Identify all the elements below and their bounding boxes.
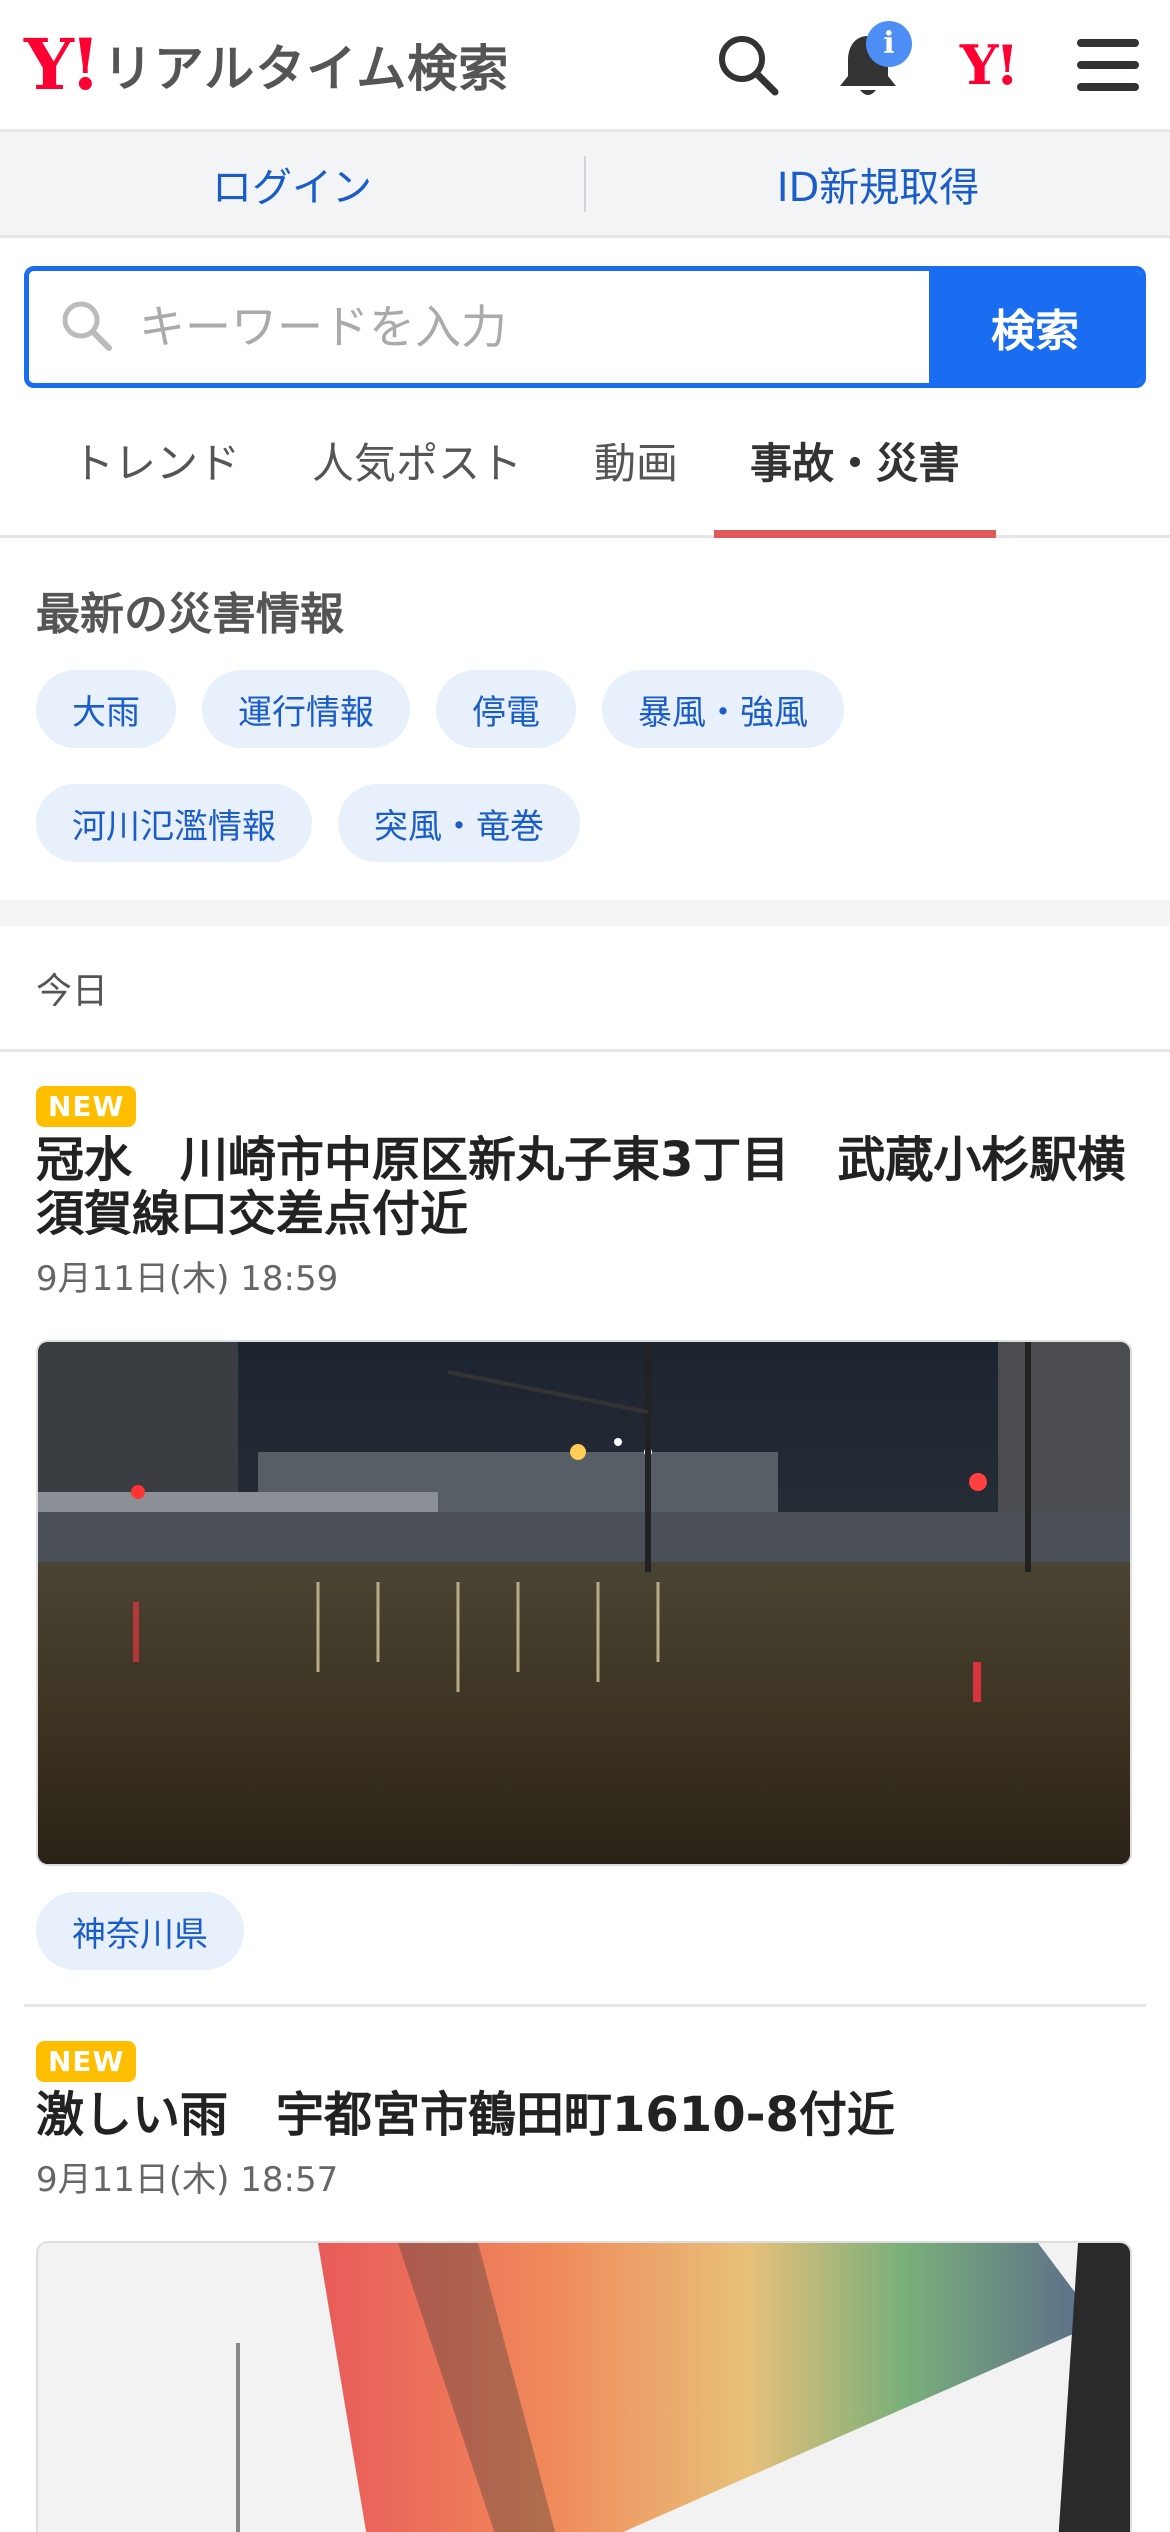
flooded-intersection-photo[interactable] xyxy=(36,1340,1132,1866)
login-link[interactable]: ログイン xyxy=(0,155,584,213)
search-icon[interactable] xyxy=(710,27,786,103)
search-section: 検索 xyxy=(0,238,1170,388)
chip-gust-tornado[interactable]: 突風・竜巻 xyxy=(338,784,580,862)
day-label: 今日 xyxy=(0,926,1170,1052)
chip-power-outage[interactable]: 停電 xyxy=(436,670,576,748)
heavy-rain-photo[interactable] xyxy=(36,2241,1132,2532)
prefecture-tag[interactable]: 神奈川県 xyxy=(36,1892,244,1970)
search-box: 検索 xyxy=(24,266,1146,388)
yahoo-logo[interactable]: Y! xyxy=(950,27,1026,103)
search-field-icon xyxy=(59,298,113,356)
register-link[interactable]: ID新規取得 xyxy=(586,155,1170,213)
post-time: 9月11日(木) 18:57 xyxy=(36,2160,339,2200)
post-title[interactable]: 冠水 川崎市中原区新丸子東3丁目 武蔵小杉駅横須賀線口交差点付近 xyxy=(36,1133,1134,1241)
tab-popular-posts[interactable]: 人気ポスト xyxy=(276,385,558,535)
tab-video[interactable]: 動画 xyxy=(558,385,714,535)
chip-train-service[interactable]: 運行情報 xyxy=(202,670,410,748)
section-heading: 最新の災害情報 xyxy=(36,589,344,640)
yahoo-logo-small: Y! xyxy=(959,32,1019,97)
bell-icon[interactable]: i xyxy=(830,20,912,103)
post-card[interactable]: NEW 冠水 川崎市中原区新丸子東3丁目 武蔵小杉駅横須賀線口交差点付近 9月1… xyxy=(0,1052,1170,1970)
chip-river-flood[interactable]: 河川氾濫情報 xyxy=(36,784,312,862)
site-logo[interactable]: Y! リアルタイム検索 xyxy=(24,29,509,101)
site-title: リアルタイム検索 xyxy=(102,39,510,98)
yahoo-logo-mark: Y! xyxy=(24,22,101,106)
category-tabs: トレンド 人気ポスト 動画 事故・災害 xyxy=(0,388,1170,538)
hamburger-menu-icon[interactable] xyxy=(1070,27,1146,103)
new-badge: NEW xyxy=(36,1086,137,1127)
header-actions: i Y! xyxy=(710,20,1146,103)
search-field[interactable] xyxy=(29,271,929,383)
search-input[interactable] xyxy=(139,300,839,354)
search-button[interactable]: 検索 xyxy=(929,271,1141,383)
chip-heavy-rain[interactable]: 大雨 xyxy=(36,670,176,748)
new-badge: NEW xyxy=(36,2041,137,2082)
post-title[interactable]: 激しい雨 宇都宮市鶴田町1610-8付近 xyxy=(36,2088,1134,2142)
tab-accident-disaster[interactable]: 事故・災害 xyxy=(714,385,997,538)
account-bar: ログイン ID新規取得 xyxy=(0,132,1170,238)
tab-trend[interactable]: トレンド xyxy=(36,385,276,535)
disaster-chips: 大雨 運行情報 停電 暴風・強風 河川氾濫情報 突風・竜巻 xyxy=(36,670,1134,862)
disaster-info-section: 最新の災害情報 大雨 運行情報 停電 暴風・強風 河川氾濫情報 突風・竜巻 xyxy=(0,538,1170,926)
app-header: Y! リアルタイム検索 i Y! xyxy=(0,0,1170,132)
notification-badge: i xyxy=(866,20,912,67)
chip-storm-wind[interactable]: 暴風・強風 xyxy=(602,670,844,748)
post-card[interactable]: NEW 激しい雨 宇都宮市鶴田町1610-8付近 9月11日(木) 18:57 xyxy=(0,2007,1170,2532)
post-time: 9月11日(木) 18:59 xyxy=(36,1259,339,1299)
